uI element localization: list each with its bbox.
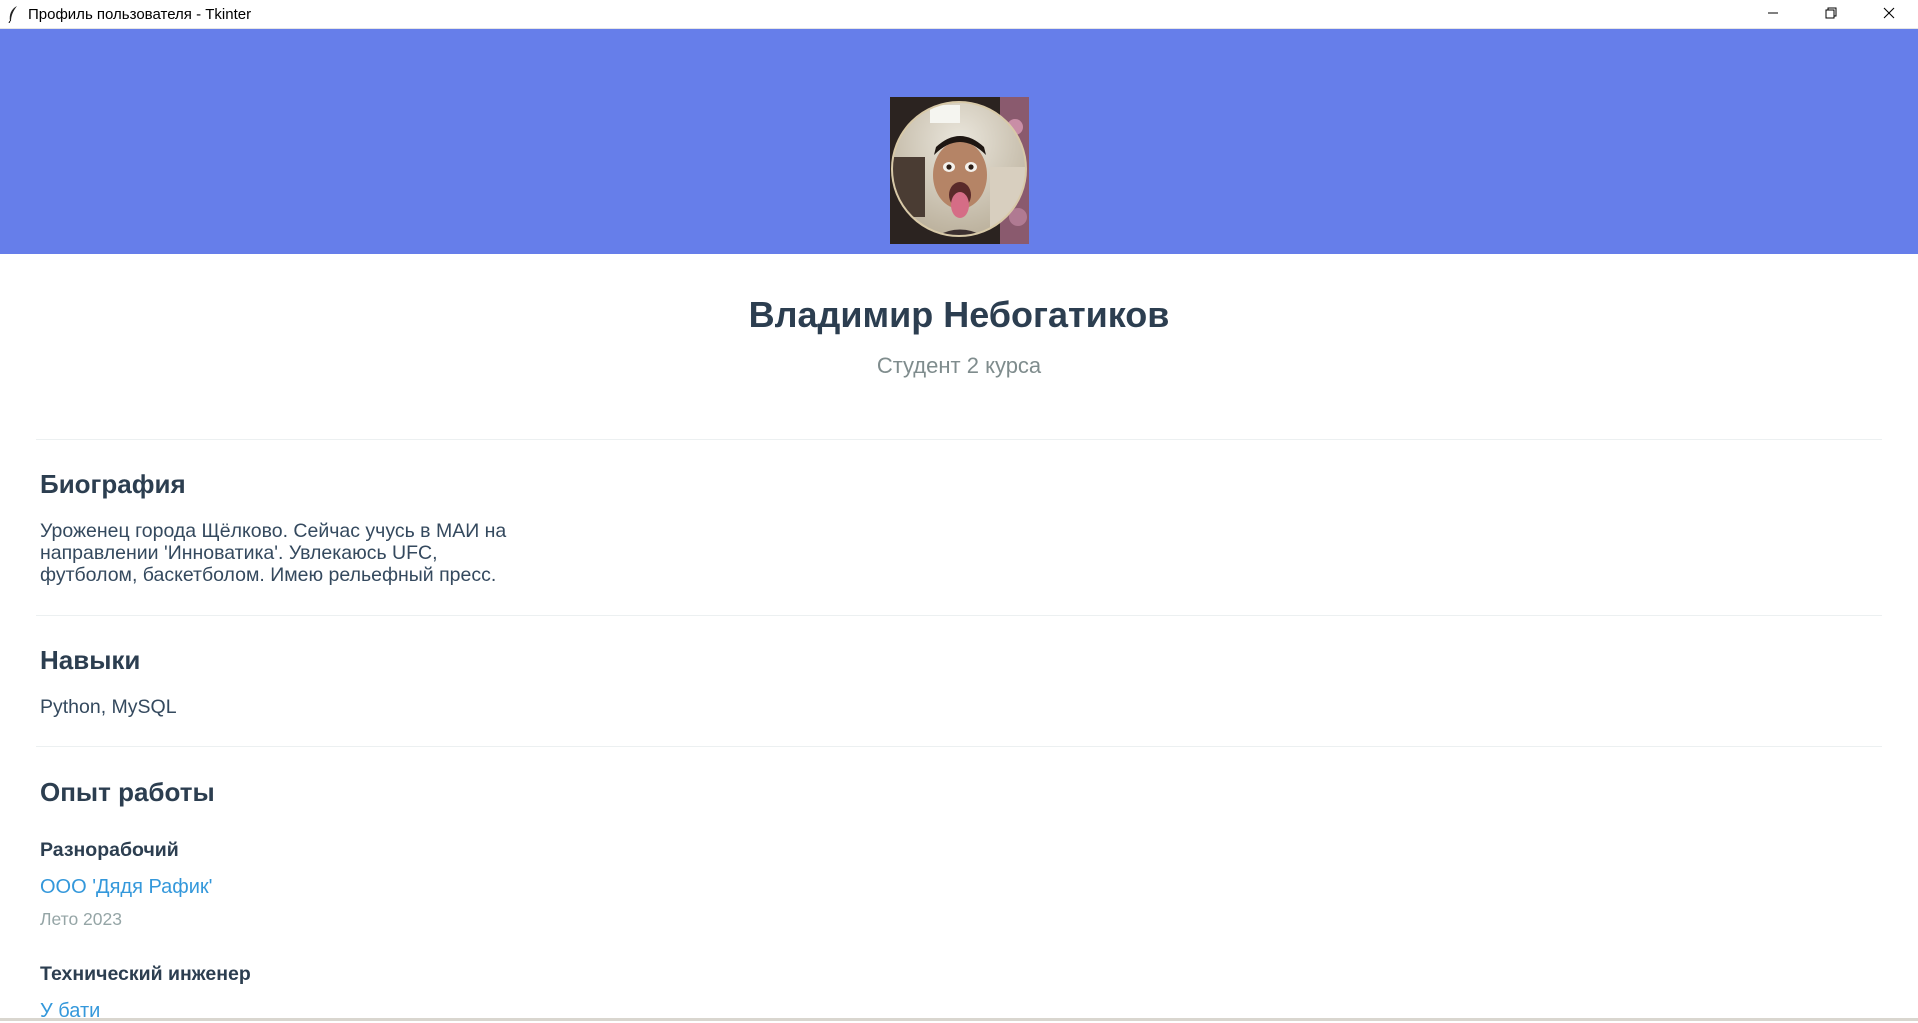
title-bar[interactable]: Профиль пользователя - Tkinter [0,0,1918,29]
restore-button[interactable] [1802,0,1860,29]
job-period: Лето 2023 [40,909,122,929]
close-icon [1883,6,1895,24]
avatar [890,97,1029,244]
biography-line: футболом, баскетболом. Имею рельефный пр… [40,564,497,586]
divider [36,746,1882,747]
biography-text: Уроженец города Щёлково. Сейчас учусь в … [40,520,506,586]
biography-title: Биография [40,469,186,499]
job-company: ООО 'Дядя Рафик' [40,876,213,898]
skills-title: Навыки [40,645,141,675]
header-banner [0,29,1918,254]
biography-line: Уроженец города Щёлково. Сейчас учусь в … [40,520,507,542]
profile-subtitle: Студент 2 курса [876,353,1042,378]
minimize-button[interactable] [1744,0,1802,29]
minimize-icon [1767,6,1779,24]
divider [36,615,1882,616]
restore-icon [1825,6,1837,24]
close-button[interactable] [1860,0,1918,29]
feather-icon [2,0,24,29]
skills-text: Python, MySQL [40,696,177,718]
experience-title: Опыт работы [40,777,215,807]
job-position: Разнорабочий [40,839,179,861]
window-controls [1744,0,1918,29]
window-title: Профиль пользователя - Tkinter [28,5,252,23]
job-position: Технический инженер [40,963,251,985]
biography-line: направлении 'Инноватика'. Увлекаюсь UFC, [40,542,438,564]
profile-name: Владимир Небогатиков [748,294,1170,335]
divider [36,439,1882,440]
